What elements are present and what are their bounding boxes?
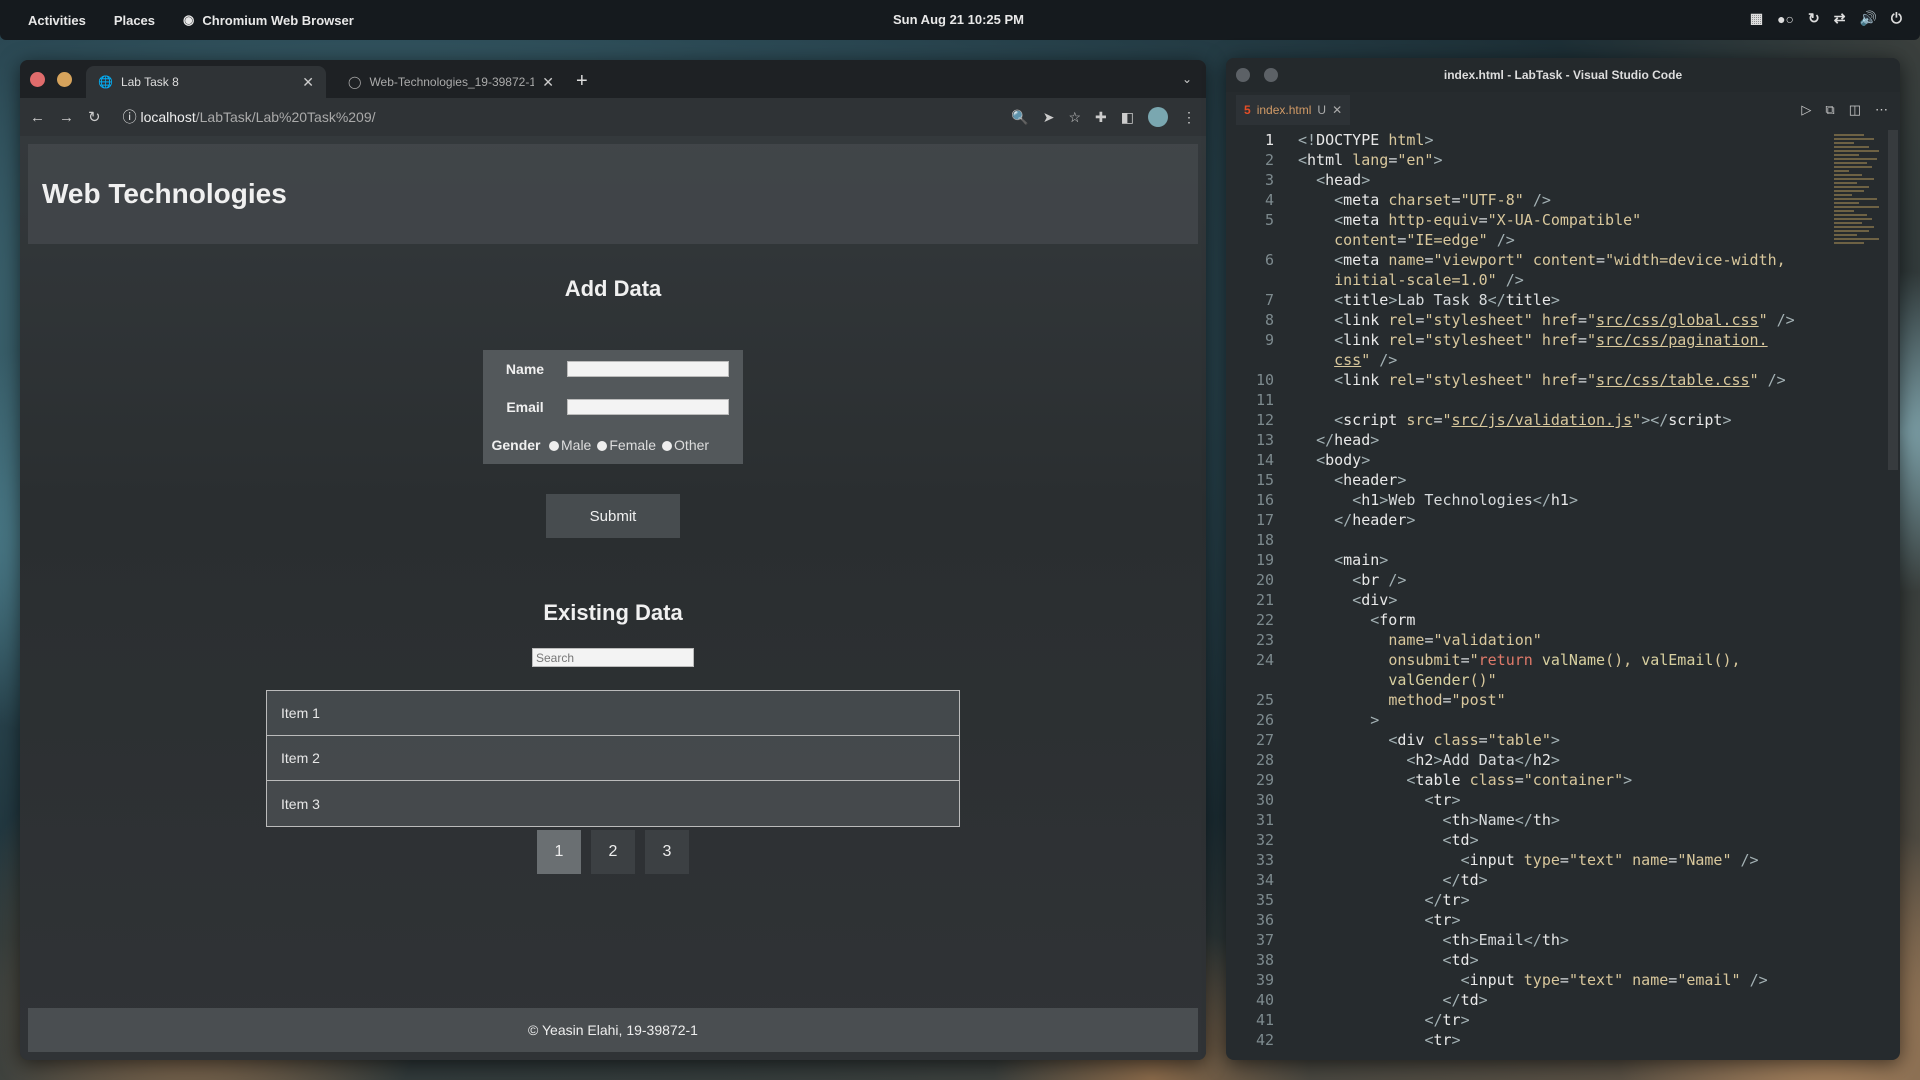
add-data-heading: Add Data xyxy=(564,276,662,301)
compare-icon[interactable]: ⧉ xyxy=(1825,102,1834,118)
minimize-window-button[interactable] xyxy=(57,72,72,87)
tab-search-icon[interactable]: ⌄ xyxy=(1182,72,1192,86)
pagination: 1 2 3 xyxy=(537,830,689,874)
radio-male[interactable]: Male xyxy=(549,437,591,453)
split-editor-icon[interactable]: ◫ xyxy=(1849,102,1861,118)
vscode-title: index.html - LabTask - Visual Studio Cod… xyxy=(1443,68,1683,82)
close-tab-icon[interactable]: ✕ xyxy=(542,74,554,91)
url-host: localhost xyxy=(140,109,196,125)
radio-other[interactable]: Other xyxy=(662,437,709,453)
page-title: Web Technologies xyxy=(42,178,287,209)
gender-row: Gender Male Female Other xyxy=(483,430,743,460)
zoom-icon[interactable]: 🔍 xyxy=(1011,109,1028,126)
more-actions-icon[interactable]: ⋯ xyxy=(1875,102,1888,118)
volume-icon[interactable]: 🔊 xyxy=(1859,10,1876,27)
system-top-bar: Activities Places ◉ Chromium Web Browser… xyxy=(0,0,1920,40)
email-label: Email xyxy=(506,399,544,415)
address-bar[interactable]: ⓘ localhost/LabTask/Lab%20Task%209/ xyxy=(123,107,376,127)
url-path: /LabTask/Lab%20Task%209/ xyxy=(195,109,376,125)
chromium-icon: ◉ xyxy=(183,12,195,27)
toggle-icon[interactable]: ●○ xyxy=(1777,11,1794,27)
vscode-titlebar: index.html - LabTask - Visual Studio Cod… xyxy=(1226,58,1900,92)
run-icon[interactable]: ▷ xyxy=(1801,102,1811,118)
vscode-window: index.html - LabTask - Visual Studio Cod… xyxy=(1226,58,1900,1060)
editor-tabs: 5 index.html U ✕ ▷ ⧉ ◫ ⋯ xyxy=(1226,92,1900,128)
activities-button[interactable]: Activities xyxy=(28,13,86,28)
email-row: Email xyxy=(483,392,743,422)
refresh-icon[interactable]: ↻ xyxy=(1808,10,1820,27)
network-icon[interactable]: ⇄ xyxy=(1834,10,1846,27)
close-window-button[interactable] xyxy=(30,72,45,87)
profile-avatar[interactable] xyxy=(1148,107,1168,127)
search-input[interactable]: Search xyxy=(532,648,694,667)
send-icon[interactable]: ➤ xyxy=(1043,109,1055,126)
places-menu[interactable]: Places xyxy=(114,13,155,28)
info-icon[interactable]: ⓘ xyxy=(123,109,137,125)
close-tab-icon[interactable]: ✕ xyxy=(302,74,314,91)
gender-label: Gender xyxy=(491,437,541,453)
window-controls xyxy=(1236,68,1278,82)
power-icon[interactable]: ⏻ xyxy=(1891,10,1902,27)
page-button-2[interactable]: 2 xyxy=(591,830,635,874)
code-editor[interactable]: 1 <!DOCTYPE html> 2 <html lang="en"> 3 <he… xyxy=(1226,130,1900,1060)
page-header: Web Technologies xyxy=(28,144,1198,244)
workspace-icon[interactable]: ▦ xyxy=(1750,10,1763,27)
editor-scrollbar[interactable] xyxy=(1888,130,1898,470)
menu-kebab-icon[interactable]: ⋮ xyxy=(1182,109,1196,126)
web-page: Web Technologies Add Data Name Email Gen… xyxy=(20,136,1206,1060)
email-input[interactable] xyxy=(567,399,729,415)
add-data-form: Name Email Gender Male Female Other xyxy=(483,350,743,464)
reload-icon[interactable]: ↻ xyxy=(88,108,101,126)
tab-title: Lab Task 8 xyxy=(120,75,179,89)
radio-female[interactable]: Female xyxy=(597,437,656,453)
tab-title: Web-Technologies_19-39872-1/... xyxy=(369,75,535,89)
submit-button[interactable]: Submit xyxy=(546,494,680,538)
page-button-1[interactable]: 1 xyxy=(537,830,581,874)
close-tab-icon[interactable]: ✕ xyxy=(1332,103,1342,117)
browser-window: 🌐 Lab Task 8 ✕ ◯ Web-Technologies_19-398… xyxy=(20,60,1206,1060)
clock[interactable]: Sun Aug 21 10:25 PM xyxy=(893,12,1024,27)
side-panel-icon[interactable]: ◧ xyxy=(1121,109,1134,126)
gender-radio-group: Male Female Other xyxy=(549,437,709,453)
tab-lab-task-8[interactable]: 🌐 Lab Task 8 ✕ xyxy=(86,66,326,98)
name-row: Name xyxy=(483,354,743,384)
name-input[interactable] xyxy=(567,361,729,377)
browser-toolbar: ← → ↻ ⓘ localhost/LabTask/Lab%20Task%209… xyxy=(20,98,1206,136)
new-tab-button[interactable]: + xyxy=(576,70,588,93)
name-label: Name xyxy=(505,361,545,377)
minimap[interactable] xyxy=(1834,134,1884,294)
data-list: Item 1 Item 2 Item 3 xyxy=(266,690,960,827)
tab-strip: 🌐 Lab Task 8 ✕ ◯ Web-Technologies_19-398… xyxy=(20,60,1206,98)
forward-icon[interactable]: → xyxy=(59,109,74,126)
globe-icon: 🌐 xyxy=(98,75,113,89)
tab-index-html[interactable]: 5 index.html U ✕ xyxy=(1236,95,1351,125)
tab-web-technologies[interactable]: ◯ Web-Technologies_19-39872-1/... ✕ xyxy=(336,66,566,98)
close-window-button[interactable] xyxy=(1236,68,1250,82)
page-footer: © Yeasin Elahi, 19-39872-1 xyxy=(28,1008,1198,1052)
page-button-3[interactable]: 3 xyxy=(645,830,689,874)
list-item[interactable]: Item 2 xyxy=(267,736,959,781)
minimize-window-button[interactable] xyxy=(1264,68,1278,82)
github-icon: ◯ xyxy=(348,75,362,89)
system-tray[interactable]: ▦ ●○ ↻ ⇄ 🔊 ⏻ xyxy=(1750,10,1902,27)
back-icon[interactable]: ← xyxy=(30,109,45,126)
app-menu[interactable]: ◉ Chromium Web Browser xyxy=(183,12,354,28)
bookmark-star-icon[interactable]: ☆ xyxy=(1068,109,1081,126)
html-file-icon: 5 xyxy=(1244,103,1251,117)
extensions-icon[interactable]: ✚ xyxy=(1095,109,1107,126)
window-controls xyxy=(30,72,72,87)
list-item[interactable]: Item 1 xyxy=(267,691,959,736)
list-item[interactable]: Item 3 xyxy=(267,781,959,826)
existing-data-heading: Existing Data xyxy=(543,600,683,625)
